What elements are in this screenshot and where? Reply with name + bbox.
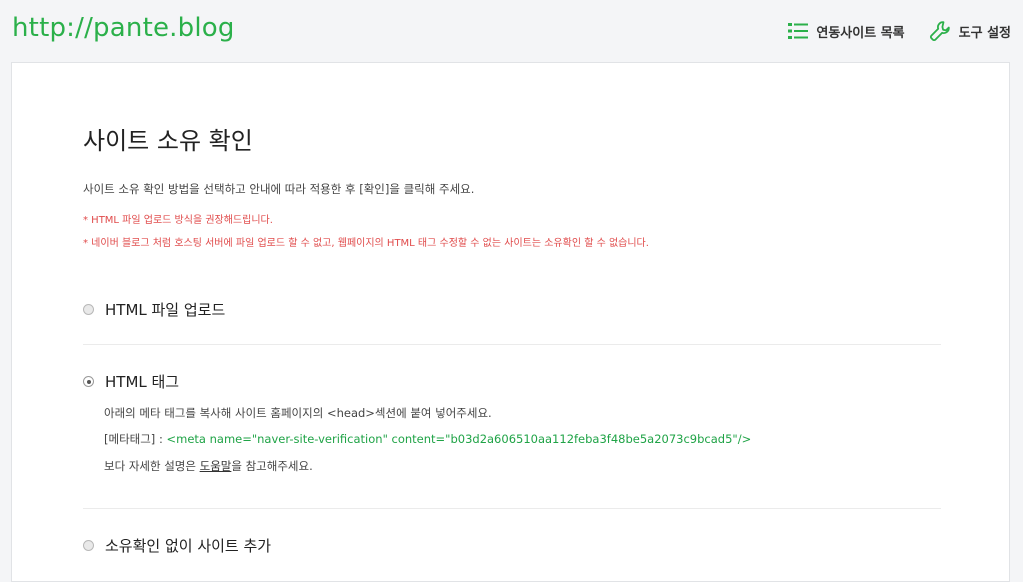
recommend-note: * HTML 파일 업로드 방식을 권장해드립니다. [83, 215, 273, 226]
page-description: 사이트 소유 확인 방법을 선택하고 안내에 따라 적용한 후 [확인]을 클릭… [83, 182, 475, 196]
help-suffix: 을 참고해주세요. [231, 459, 313, 473]
option-label: 소유확인 없이 사이트 추가 [105, 537, 272, 555]
divider [83, 508, 941, 509]
option-html-tag[interactable]: HTML 태그 [83, 371, 179, 392]
option-label: HTML 파일 업로드 [105, 301, 226, 319]
list-icon [788, 23, 809, 39]
radio-html-tag[interactable] [83, 376, 94, 387]
site-url-title[interactable]: http://pante.blog [12, 13, 235, 43]
option-label: HTML 태그 [105, 373, 180, 391]
meta-tag-code[interactable]: <meta name="naver-site-verification" con… [166, 432, 751, 446]
ownership-panel: 사이트 소유 확인 사이트 소유 확인 방법을 선택하고 안내에 따라 적용한 … [11, 62, 1010, 582]
help-prefix: 보다 자세한 설명은 [104, 459, 200, 473]
option-add-without-verification[interactable]: 소유확인 없이 사이트 추가 [83, 535, 271, 556]
tool-settings-button[interactable]: 도구 설정 [929, 20, 1011, 42]
sites-list-button[interactable]: 연동사이트 목록 [788, 22, 905, 41]
radio-html-file-upload[interactable] [83, 304, 94, 315]
tool-settings-label: 도구 설정 [958, 25, 1011, 41]
wrench-icon [929, 21, 950, 42]
help-link[interactable]: 도움말 [200, 459, 232, 473]
meta-tag-line: [메타태그] : <meta name="naver-site-verifica… [104, 431, 751, 447]
meta-instruction: 아래의 메타 태그를 복사해 사이트 홈페이지의 <head>섹션에 붙여 넣어… [104, 406, 492, 420]
top-bar: http://pante.blog 연동사이트 목록 도구 설정 [0, 0, 1023, 62]
meta-tag-label: [메타태그] : [104, 432, 167, 446]
radio-add-without-verification[interactable] [83, 540, 94, 551]
top-actions: 연동사이트 목록 도구 설정 [764, 20, 1011, 42]
sites-list-label: 연동사이트 목록 [816, 25, 905, 41]
page-title: 사이트 소유 확인 [83, 127, 253, 155]
restriction-note: * 네이버 블로그 처럼 호스팅 서버에 파일 업로드 할 수 없고, 웹페이지… [83, 238, 649, 249]
option-html-file-upload[interactable]: HTML 파일 업로드 [83, 299, 225, 320]
help-line: 보다 자세한 설명은 도움말을 참고해주세요. [104, 458, 313, 474]
divider [83, 344, 941, 345]
